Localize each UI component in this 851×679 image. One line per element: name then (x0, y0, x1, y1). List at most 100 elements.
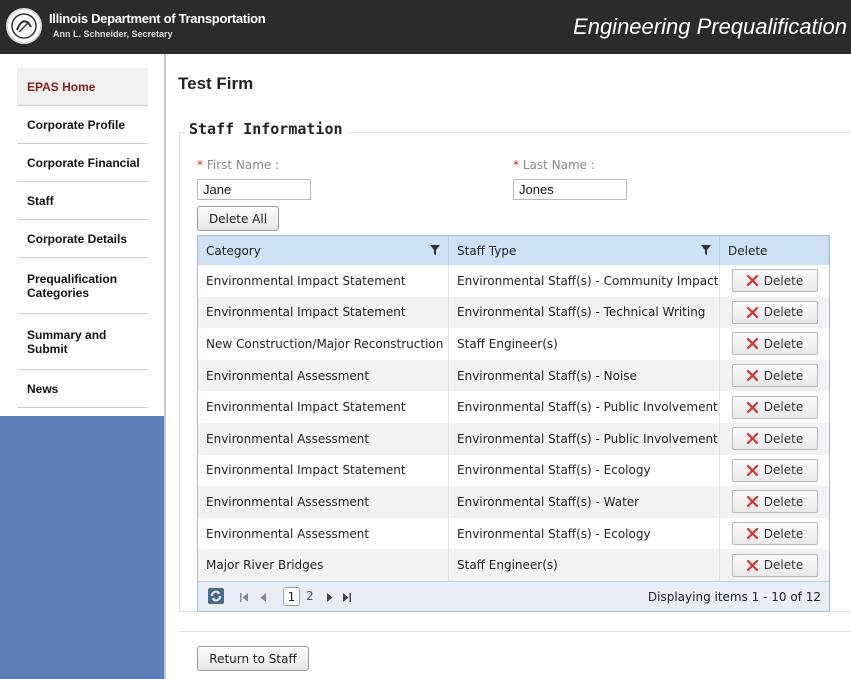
delete-row-button[interactable]: Delete (732, 364, 818, 388)
delete-row-button[interactable]: Delete (732, 300, 818, 324)
category-cell: New Construction/Major Reconstruction (198, 328, 449, 360)
sidebar-item-corporate-profile[interactable]: Corporate Profile (17, 106, 148, 144)
previous-page-icon[interactable] (260, 593, 267, 602)
pager-info: Displaying items 1 - 10 of 12 (647, 590, 821, 604)
staff-type-cell: Environmental Staff(s) - Public Involvem… (449, 422, 720, 455)
page-link-2[interactable]: 2 (306, 589, 314, 603)
table-row[interactable]: Environmental Assessment Environmental St… (198, 422, 829, 455)
delete-x-icon (746, 559, 758, 571)
table-row[interactable]: Environmental Assessment Environmental St… (198, 517, 829, 550)
delete-cell: Delete (720, 549, 829, 581)
delete-x-icon (746, 528, 758, 540)
staff-type-cell: Environmental Staff(s) - Ecology (449, 517, 720, 550)
filter-icon[interactable] (701, 245, 711, 255)
delete-x-icon (746, 496, 758, 508)
sidebar-item-news[interactable]: News (17, 370, 148, 408)
last-name-label-text: Last Name : (522, 158, 595, 172)
delete-row-button[interactable]: Delete (732, 332, 818, 356)
delete-row-button[interactable]: Delete (732, 522, 818, 546)
column-header-category[interactable]: Category (198, 236, 449, 265)
delete-row-button[interactable]: Delete (732, 269, 818, 293)
category-cell: Environmental Assessment (198, 517, 449, 550)
first-name-input[interactable] (197, 179, 311, 200)
staff-type-cell: Environmental Staff(s) - Public Involvem… (449, 391, 720, 423)
column-header-label: Staff Type (457, 243, 517, 258)
divider (179, 631, 851, 632)
category-cell: Environmental Impact Statement (198, 296, 449, 329)
category-cell: Environmental Impact Statement (198, 454, 449, 487)
sidebar-blue-panel (0, 416, 165, 679)
sidebar-item-prequalification-categories[interactable]: Prequalification Categories (17, 258, 148, 314)
category-cell: Environmental Assessment (198, 486, 449, 518)
delete-x-icon (746, 338, 758, 350)
filter-icon[interactable] (430, 245, 440, 255)
section-title: Staff Information (185, 120, 347, 138)
sidebar-item-staff[interactable]: Staff (17, 182, 148, 220)
column-header-delete: Delete (720, 236, 829, 265)
grid-pager: 1 2 Displaying items 1 - 10 of 12 (198, 581, 829, 611)
app-title: Engineering Prequalification (573, 14, 847, 39)
last-page-icon[interactable] (342, 593, 351, 602)
sidebar-item-summary-and-submit[interactable]: Summary and Submit (17, 314, 148, 370)
table-row[interactable]: Environmental Assessment Environmental St… (198, 486, 829, 518)
staff-type-cell: Environmental Staff(s) - Ecology (449, 454, 720, 487)
page-title: Test Firm (178, 74, 254, 93)
delete-button-label: Delete (763, 273, 804, 288)
first-page-icon[interactable] (240, 593, 249, 602)
column-header-label: Category (206, 243, 261, 258)
staff-type-cell: Staff Engineer(s) (449, 328, 720, 360)
sidebar-item-corporate-financial[interactable]: Corporate Financial (17, 144, 148, 182)
delete-button-label: Delete (763, 558, 804, 573)
delete-row-button[interactable]: Delete (732, 427, 818, 451)
delete-row-button[interactable]: Delete (732, 458, 818, 482)
delete-cell: Delete (720, 455, 829, 487)
column-header-staff-type[interactable]: Staff Type (449, 236, 720, 265)
delete-cell: Delete (720, 265, 829, 297)
return-to-staff-button[interactable]: Return to Staff (197, 646, 309, 671)
delete-cell: Delete (720, 391, 829, 423)
table-row[interactable]: Major River Bridges Staff Engineer(s) Dele… (198, 549, 829, 581)
sidebar-item-epas-home[interactable]: EPAS Home (17, 68, 148, 106)
table-row[interactable]: Environmental Assessment Environmental St… (198, 359, 829, 392)
refresh-icon[interactable] (208, 588, 224, 604)
delete-cell: Delete (720, 518, 829, 550)
delete-cell: Delete (720, 328, 829, 360)
table-row[interactable]: Environmental Impact Statement Environmen… (198, 296, 829, 329)
delete-x-icon (746, 464, 758, 476)
staff-type-cell: Environmental Staff(s) - Community Impac… (449, 265, 720, 297)
last-name-input[interactable] (513, 179, 627, 200)
table-row[interactable]: New Construction/Major Reconstruction Sta… (198, 328, 829, 360)
agency-name: Illinois Department of Transportation (49, 11, 266, 26)
sidebar-item-corporate-details[interactable]: Corporate Details (17, 220, 148, 258)
table-row[interactable]: Environmental Impact Statement Environmen… (198, 391, 829, 423)
next-page-icon[interactable] (326, 593, 333, 602)
delete-button-label: Delete (763, 526, 804, 541)
page-button-current[interactable]: 1 (283, 587, 300, 606)
first-name-label: * First Name : (197, 158, 279, 172)
delete-x-icon (746, 370, 758, 382)
delete-x-icon (746, 401, 758, 413)
sidebar: EPAS Home Corporate Profile Corporate Fi… (0, 54, 166, 679)
delete-cell: Delete (720, 360, 829, 392)
idot-seal-logo (6, 8, 42, 44)
category-cell: Environmental Assessment (198, 359, 449, 392)
delete-cell: Delete (720, 297, 829, 329)
delete-row-button[interactable]: Delete (732, 553, 818, 577)
delete-button-label: Delete (763, 431, 804, 446)
delete-button-label: Delete (763, 494, 804, 509)
delete-row-button[interactable]: Delete (732, 490, 818, 514)
category-cell: Major River Bridges (198, 549, 449, 581)
last-name-label: * Last Name : (513, 158, 595, 172)
delete-row-button[interactable]: Delete (732, 395, 818, 419)
table-row[interactable]: Environmental Impact Statement Environmen… (198, 454, 829, 487)
delete-all-button[interactable]: Delete All (197, 206, 279, 231)
secretary-name: Ann L. Schneider, Secretary (53, 29, 173, 39)
delete-button-label: Delete (763, 368, 804, 383)
delete-cell: Delete (720, 423, 829, 455)
column-header-label: Delete (728, 243, 768, 258)
staff-type-cell: Staff Engineer(s) (449, 549, 720, 581)
table-row[interactable]: Environmental Impact Statement Environmen… (198, 265, 829, 297)
category-cell: Environmental Impact Statement (198, 391, 449, 423)
delete-button-label: Delete (763, 463, 804, 478)
delete-cell: Delete (720, 486, 829, 518)
